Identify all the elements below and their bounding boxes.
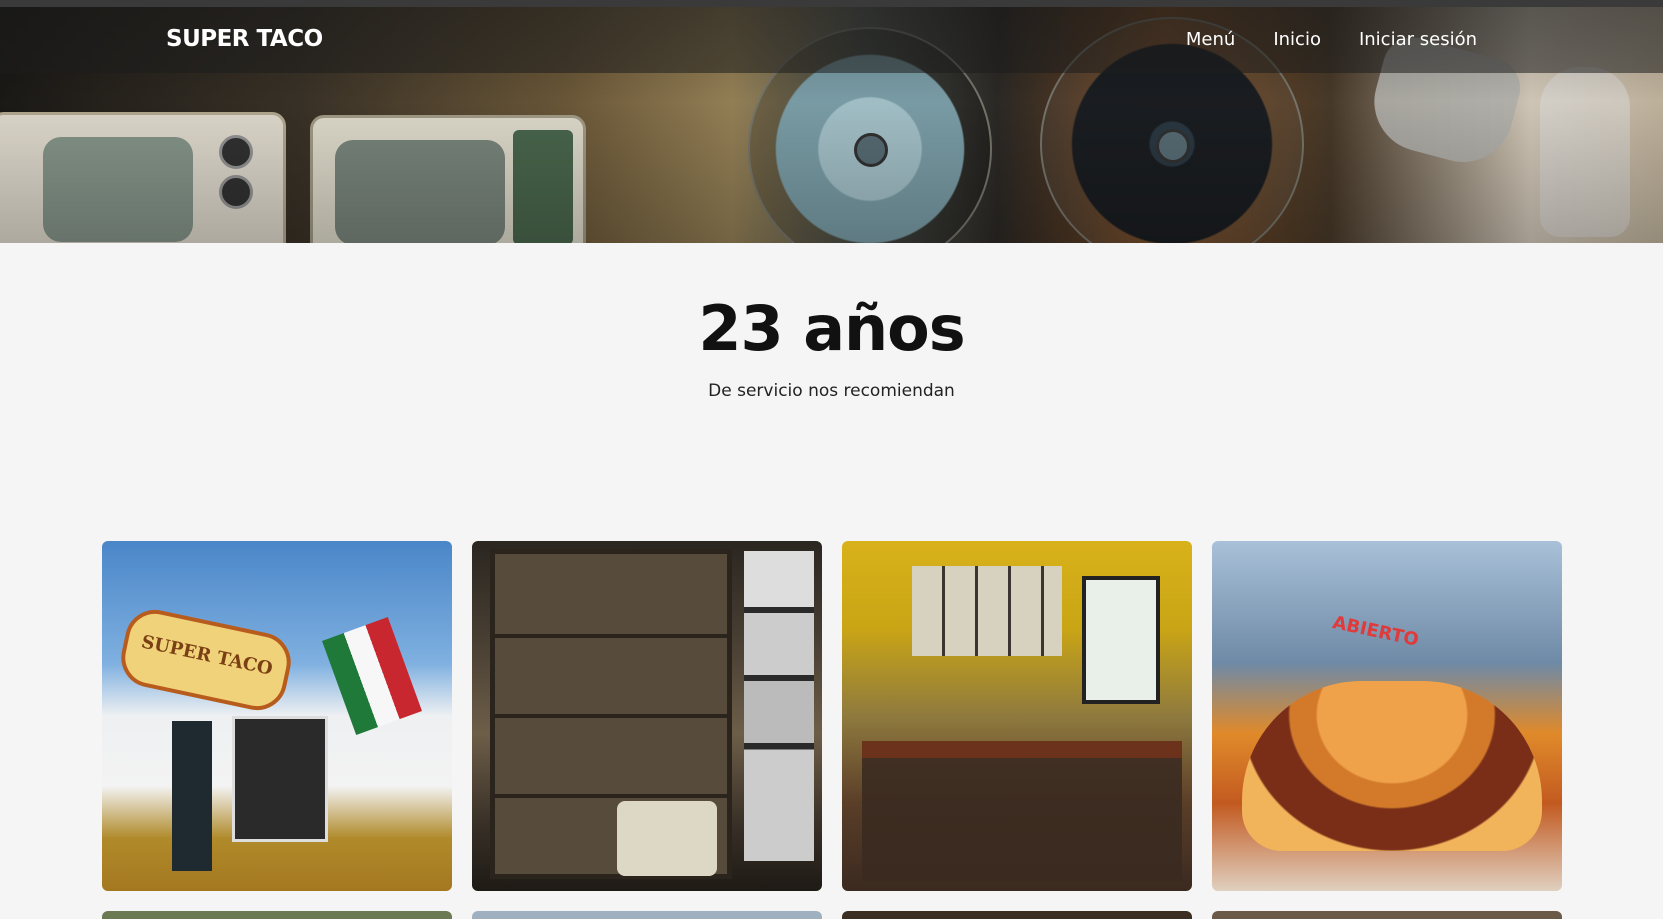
window-top-strip xyxy=(0,0,1663,7)
gallery-photo-torta[interactable]: ABIERTO xyxy=(1212,541,1562,891)
mexico-flag-image xyxy=(322,617,422,735)
torta-image xyxy=(1242,681,1542,851)
storefront-sign: SUPER TACO xyxy=(115,604,297,716)
page-subheadline: De servicio nos recomiendan xyxy=(708,381,955,401)
gallery-row-2 xyxy=(102,911,1562,919)
nav-links: Menú Inicio Iniciar sesión xyxy=(1186,29,1477,50)
open-sign: ABIERTO xyxy=(1330,612,1421,651)
gallery-photo-dining-room[interactable] xyxy=(842,541,1192,891)
nav-link-login[interactable]: Iniciar sesión xyxy=(1359,29,1477,50)
brand-logo[interactable]: SUPER TACO xyxy=(166,26,323,52)
photo-gallery: SUPER TACO ABIERTO xyxy=(102,541,1562,891)
nav-link-menu[interactable]: Menú xyxy=(1186,29,1235,50)
gallery-photo-shelf[interactable] xyxy=(472,541,822,891)
navbar: SUPER TACO Menú Inicio Iniciar sesión xyxy=(0,7,1663,73)
nav-link-inicio[interactable]: Inicio xyxy=(1273,29,1321,50)
page-headline: 23 años xyxy=(698,292,965,365)
gallery-photo-storefront[interactable]: SUPER TACO xyxy=(102,541,452,891)
